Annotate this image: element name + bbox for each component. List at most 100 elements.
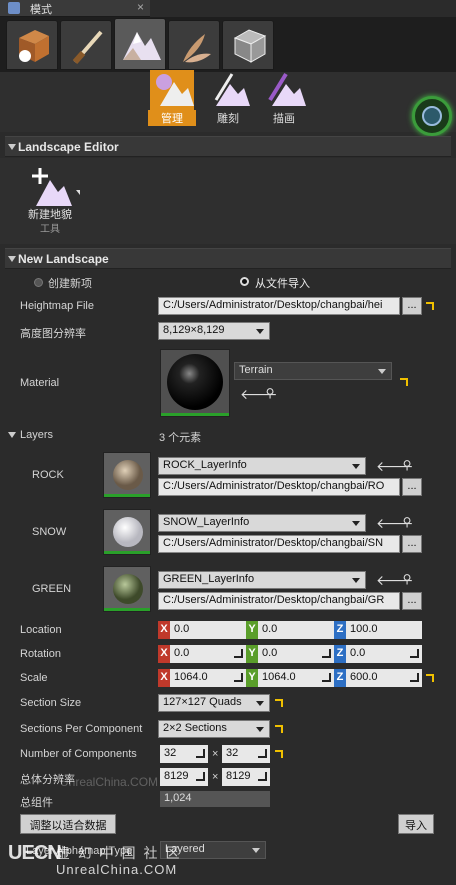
- use-selected-arrow-icon[interactable]: 🡐: [376, 572, 414, 588]
- collapse-arrow-icon: [8, 144, 16, 150]
- window-tab[interactable]: 模式 ×: [0, 0, 150, 17]
- heightmap-file-input[interactable]: C:/Users/Administrator/Desktop/changbai/…: [158, 297, 400, 315]
- resize-corner-icon: [196, 772, 205, 781]
- components-y-input[interactable]: 32: [222, 745, 270, 763]
- sculpt-tool-label: 雕刻: [217, 113, 239, 125]
- window-tab-title: 模式: [30, 4, 52, 16]
- sculpt-icon: [206, 70, 250, 110]
- use-selected-arrow-icon[interactable]: 🡐: [376, 515, 414, 531]
- location-z-input[interactable]: 100.0: [346, 621, 422, 639]
- material-dropdown[interactable]: Terrain: [234, 362, 392, 380]
- close-icon[interactable]: ×: [137, 0, 144, 14]
- rotation-y-input[interactable]: 0.0: [258, 645, 334, 663]
- rock-sphere-icon: [113, 460, 143, 490]
- resize-corner-icon: [410, 673, 419, 682]
- reset-arrow-icon[interactable]: [275, 750, 283, 758]
- import-from-file-label: 从文件导入: [255, 278, 310, 290]
- layer-browse-button[interactable]: ...: [402, 592, 422, 610]
- heightmap-resolution-dropdown[interactable]: 8,129×8,129: [158, 322, 270, 340]
- rotation-z-input[interactable]: 0.0: [346, 645, 422, 663]
- reset-arrow-icon[interactable]: [426, 302, 434, 310]
- place-mode-icon: [19, 30, 49, 62]
- material-sphere-icon: [167, 354, 223, 410]
- chevron-down-icon: [256, 727, 264, 732]
- layer-name: ROCK: [32, 469, 64, 481]
- layer-info-dropdown[interactable]: ROCK_LayerInfo: [158, 457, 366, 475]
- layer-browse-button[interactable]: ...: [402, 478, 422, 496]
- layer-thumbnail[interactable]: [103, 452, 151, 498]
- chevron-down-icon: [256, 701, 264, 706]
- chevron-down-icon: [256, 329, 264, 334]
- location-x-input[interactable]: 0.0: [170, 621, 246, 639]
- new-landscape-header[interactable]: New Landscape: [5, 248, 451, 269]
- watermark-cn-text: 虚 幻 中 国 社 区: [56, 845, 182, 861]
- browse-search-icon[interactable]: ⚲: [263, 386, 277, 400]
- axis-x-label: X: [158, 669, 170, 687]
- landscape-editor-header[interactable]: Landscape Editor: [5, 136, 451, 157]
- overall-resolution-y-input[interactable]: 8129: [222, 768, 270, 786]
- import-from-file-radio[interactable]: [240, 277, 249, 286]
- value-text: 0.0: [350, 647, 366, 659]
- paint-tool-label: 描画: [273, 113, 295, 125]
- use-selected-arrow-icon[interactable]: 🡐: [376, 458, 414, 474]
- sections-per-component-dropdown[interactable]: 2×2 Sections: [158, 720, 270, 738]
- scale-x-input[interactable]: 1064.0: [170, 669, 246, 687]
- value-text: 1064.0: [262, 671, 296, 683]
- manage-tool-button[interactable]: 管理: [148, 70, 196, 126]
- reset-arrow-icon[interactable]: [275, 699, 283, 707]
- layer-thumbnail[interactable]: [103, 566, 151, 612]
- place-mode-tab[interactable]: [6, 20, 58, 70]
- browse-search-icon[interactable]: ⚲: [400, 572, 414, 586]
- import-button[interactable]: 导入: [398, 814, 434, 834]
- watermark-text: UnrealChina.COM: [60, 775, 159, 789]
- value-text: 8129: [164, 770, 189, 782]
- section-size-label: Section Size: [20, 697, 82, 709]
- reset-arrow-icon[interactable]: [426, 674, 434, 682]
- rotation-x-input[interactable]: 0.0: [170, 645, 246, 663]
- location-y-input[interactable]: 0.0: [258, 621, 334, 639]
- browse-search-icon[interactable]: ⚲: [400, 458, 414, 472]
- scale-z-input[interactable]: 600.0: [346, 669, 422, 687]
- sculpt-tool-button[interactable]: 雕刻: [204, 70, 252, 126]
- reset-arrow-icon[interactable]: [400, 378, 408, 386]
- heightmap-browse-button[interactable]: ...: [402, 297, 422, 315]
- resize-corner-icon: [196, 749, 205, 758]
- layer-thumbnail[interactable]: [103, 509, 151, 555]
- paint-mode-tab[interactable]: [60, 20, 112, 70]
- value-text: 0.0: [174, 647, 190, 659]
- foliage-mode-tab[interactable]: [168, 20, 220, 70]
- new-landscape-tool-button[interactable]: 新建地貌 工具: [20, 166, 84, 236]
- realtime-indicator-icon[interactable]: [412, 96, 452, 136]
- layer-browse-button[interactable]: ...: [402, 535, 422, 553]
- value-text: 0.0: [262, 647, 278, 659]
- value-text: 32: [164, 747, 177, 759]
- material-thumbnail[interactable]: [160, 349, 230, 417]
- dropdown-value: Terrain: [239, 364, 273, 376]
- layer-info-dropdown[interactable]: GREEN_LayerInfo: [158, 571, 366, 589]
- layer-path-input[interactable]: C:/Users/Administrator/Desktop/changbai/…: [158, 535, 400, 553]
- resize-corner-icon: [234, 673, 243, 682]
- reset-arrow-icon[interactable]: [275, 725, 283, 733]
- layer-path-input[interactable]: C:/Users/Administrator/Desktop/changbai/…: [158, 478, 400, 496]
- components-x-input[interactable]: 32: [160, 745, 208, 763]
- fit-to-data-button[interactable]: 调整以适合数据: [20, 814, 116, 834]
- section-size-dropdown[interactable]: 127×127 Quads: [158, 694, 270, 712]
- resize-corner-icon: [234, 649, 243, 658]
- axis-y-label: Y: [246, 645, 258, 663]
- dropdown-value: ROCK_LayerInfo: [163, 459, 247, 471]
- scale-y-input[interactable]: 1064.0: [258, 669, 334, 687]
- create-new-radio[interactable]: [34, 278, 43, 287]
- layer-path-input[interactable]: C:/Users/Administrator/Desktop/changbai/…: [158, 592, 400, 610]
- landscape-mode-tab[interactable]: [114, 18, 166, 70]
- resize-corner-icon: [322, 649, 331, 658]
- paint-tool-button[interactable]: 描画: [260, 70, 308, 126]
- geometry-mode-tab[interactable]: [222, 20, 274, 70]
- use-selected-arrow-icon[interactable]: 🡐: [240, 386, 278, 402]
- browse-search-icon[interactable]: ⚲: [400, 515, 414, 529]
- layer-info-dropdown[interactable]: SNOW_LayerInfo: [158, 514, 366, 532]
- tool-sublabel: 工具: [40, 224, 60, 235]
- overall-resolution-x-input[interactable]: 8129: [160, 768, 208, 786]
- layers-collapse-icon[interactable]: [8, 432, 16, 438]
- axis-y-label: Y: [246, 669, 258, 687]
- section-title: New Landscape: [18, 252, 109, 266]
